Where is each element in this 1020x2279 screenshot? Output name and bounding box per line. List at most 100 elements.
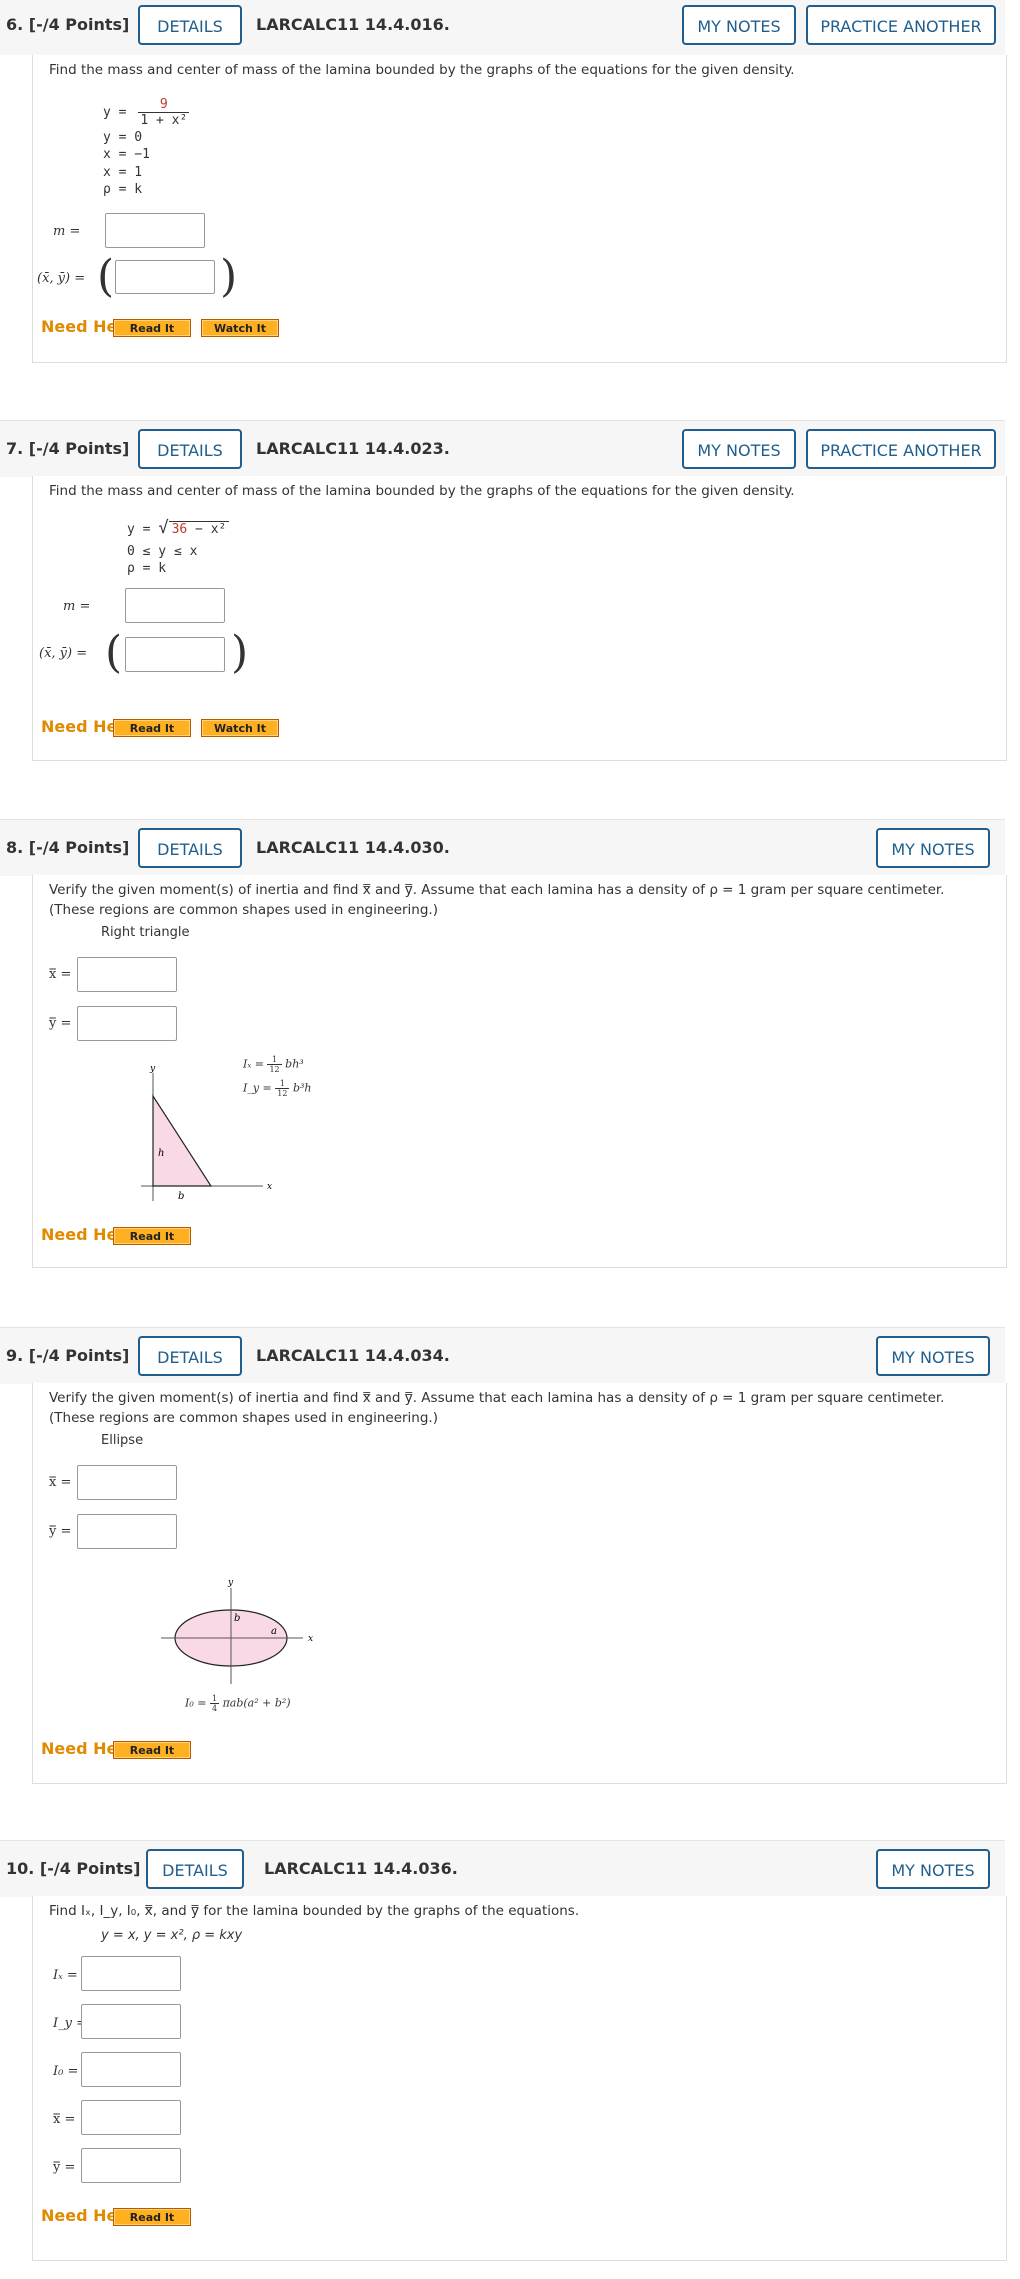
equation-y: y = 9 1 + x² xyxy=(103,97,190,128)
xbar-label: x̿ = xyxy=(49,967,72,982)
question-body: Find the mass and center of mass of the … xyxy=(32,476,1007,761)
center-of-mass-label: (x̄, ȳ) = xyxy=(37,271,86,286)
axis-x-label: x xyxy=(267,1182,272,1192)
ix-formula-rest: bh³ xyxy=(285,1057,304,1071)
question-header: 7. [-/4 Points] DETAILS LARCALC11 14.4.0… xyxy=(0,420,1005,477)
my-notes-button[interactable]: MY NOTES xyxy=(876,1336,990,1376)
my-notes-button[interactable]: MY NOTES xyxy=(876,1849,990,1889)
equation-3: ρ = k xyxy=(127,561,167,576)
xbar-input[interactable] xyxy=(77,957,177,992)
instruction-text: Find Iₓ, I_y, I₀, x̿, and y̿ for the lam… xyxy=(49,1903,580,1919)
ybar-label: y̿ = xyxy=(49,1524,72,1539)
left-paren: ( xyxy=(97,251,115,302)
equations-line: y = x, y = x², ρ = kxy xyxy=(101,1928,243,1943)
frac-num: 1 xyxy=(209,1694,220,1704)
question-code: LARCALC11 14.4.023. xyxy=(256,439,450,458)
iy-formula-rest: b³h xyxy=(292,1081,312,1095)
xbar-input[interactable] xyxy=(81,2100,181,2135)
question-number: 10. [-/4 Points] xyxy=(6,1859,141,1878)
mass-input[interactable] xyxy=(105,213,205,248)
axis-y-label: y xyxy=(149,1064,156,1074)
ybar-input[interactable] xyxy=(77,1006,177,1041)
left-paren: ( xyxy=(105,627,123,678)
question-body: Find the mass and center of mass of the … xyxy=(32,55,1007,363)
xbar-input[interactable] xyxy=(77,1465,177,1500)
ybar-input[interactable] xyxy=(77,1514,177,1549)
details-button[interactable]: DETAILS xyxy=(138,1336,242,1376)
question-body: Find Iₓ, I_y, I₀, x̿, and y̿ for the lam… xyxy=(32,1896,1007,2261)
read-it-button[interactable]: Read It xyxy=(113,319,191,337)
question-header: 9. [-/4 Points] DETAILS LARCALC11 14.4.0… xyxy=(0,1327,1005,1384)
iy-formula: I_y = 1 12 b³h xyxy=(243,1079,312,1098)
ybar-input[interactable] xyxy=(81,2148,181,2183)
question-header: 6. [-/4 Points] DETAILS LARCALC11 14.4.0… xyxy=(0,0,1005,55)
read-it-button[interactable]: Read It xyxy=(113,719,191,737)
axis-x-label: x xyxy=(308,1634,313,1644)
center-of-mass-input[interactable] xyxy=(115,260,215,294)
xbar-label: x̿ = xyxy=(49,1475,72,1490)
fraction-denominator: 1 + x² xyxy=(140,113,188,128)
question-number: 9. [-/4 Points] xyxy=(6,1346,130,1365)
question-body: Verify the given moment(s) of inertia an… xyxy=(32,1383,1007,1784)
watch-it-button[interactable]: Watch It xyxy=(201,319,279,337)
ix-formula-fraction: 1 12 xyxy=(267,1055,282,1074)
details-button[interactable]: DETAILS xyxy=(138,429,242,469)
instruction-text: Verify the given moment(s) of inertia an… xyxy=(49,1390,945,1426)
practice-another-button[interactable]: PRACTICE ANOTHER xyxy=(806,5,996,45)
equation-2: y = 0 xyxy=(103,130,143,145)
equation-y: y = √ 36 − x² xyxy=(127,518,230,538)
shape-name: Ellipse xyxy=(101,1433,144,1448)
right-paren: ) xyxy=(220,251,238,302)
fraction-numerator: 9 xyxy=(138,97,190,113)
i0-formula-lhs: I₀ = xyxy=(185,1696,210,1710)
iy-input[interactable] xyxy=(81,2004,181,2039)
frac-den: 12 xyxy=(277,1089,288,1098)
read-it-button[interactable]: Read It xyxy=(113,2208,191,2226)
ix-input[interactable] xyxy=(81,1956,181,1991)
equation-2: 0 ≤ y ≤ x xyxy=(127,544,198,559)
my-notes-button[interactable]: MY NOTES xyxy=(682,5,796,45)
question-code: LARCALC11 14.4.030. xyxy=(256,838,450,857)
question-number: 8. [-/4 Points] xyxy=(6,838,130,857)
ix-formula: Iₓ = 1 12 bh³ xyxy=(243,1055,304,1074)
frac-den: 12 xyxy=(269,1065,280,1074)
details-button[interactable]: DETAILS xyxy=(138,5,242,45)
my-notes-button[interactable]: MY NOTES xyxy=(682,429,796,469)
semi-major-label: a xyxy=(271,1626,277,1637)
question-body: Verify the given moment(s) of inertia an… xyxy=(32,875,1007,1268)
radicand-rest: − x² xyxy=(187,522,227,537)
details-button[interactable]: DETAILS xyxy=(146,1849,244,1889)
triangle-region xyxy=(152,1093,213,1187)
ix-formula-lhs: Iₓ = xyxy=(243,1057,268,1071)
i0-label: I₀ = xyxy=(53,2064,79,2079)
frac-num: 1 xyxy=(267,1055,282,1065)
ybar-label: y̿ = xyxy=(49,1016,72,1031)
question-header: 10. [-/4 Points] DETAILS LARCALC11 14.4.… xyxy=(0,1840,1005,1897)
watch-it-button[interactable]: Watch It xyxy=(201,719,279,737)
equation-lhs: y = xyxy=(127,522,151,537)
question-code: LARCALC11 14.4.036. xyxy=(264,1859,458,1878)
axis-y-label: y xyxy=(227,1578,234,1588)
center-of-mass-input[interactable] xyxy=(125,637,225,672)
frac-den: 4 xyxy=(211,1704,218,1713)
right-paren: ) xyxy=(231,627,249,678)
i0-formula-rest: πab(a² + b²) xyxy=(222,1696,291,1710)
iy-formula-fraction: 1 12 xyxy=(275,1079,290,1098)
read-it-button[interactable]: Read It xyxy=(113,1741,191,1759)
iy-formula-lhs: I_y = xyxy=(243,1081,276,1095)
i0-input[interactable] xyxy=(81,2052,181,2087)
xbar-label: x̿ = xyxy=(53,2112,76,2127)
details-button[interactable]: DETAILS xyxy=(138,828,242,868)
base-label: b xyxy=(178,1191,184,1202)
my-notes-button[interactable]: MY NOTES xyxy=(876,828,990,868)
question-code: LARCALC11 14.4.016. xyxy=(256,15,450,34)
equation-lhs: y = xyxy=(103,105,127,120)
question-header: 8. [-/4 Points] DETAILS LARCALC11 14.4.0… xyxy=(0,819,1005,876)
mass-label: m = xyxy=(63,599,91,614)
instruction-text: Verify the given moment(s) of inertia an… xyxy=(49,882,945,918)
mass-input[interactable] xyxy=(125,588,225,623)
read-it-button[interactable]: Read It xyxy=(113,1227,191,1245)
practice-another-button[interactable]: PRACTICE ANOTHER xyxy=(806,429,996,469)
i0-formula-fraction: 14 xyxy=(209,1694,220,1713)
sqrt-radicand: 36 − x² xyxy=(168,521,230,537)
